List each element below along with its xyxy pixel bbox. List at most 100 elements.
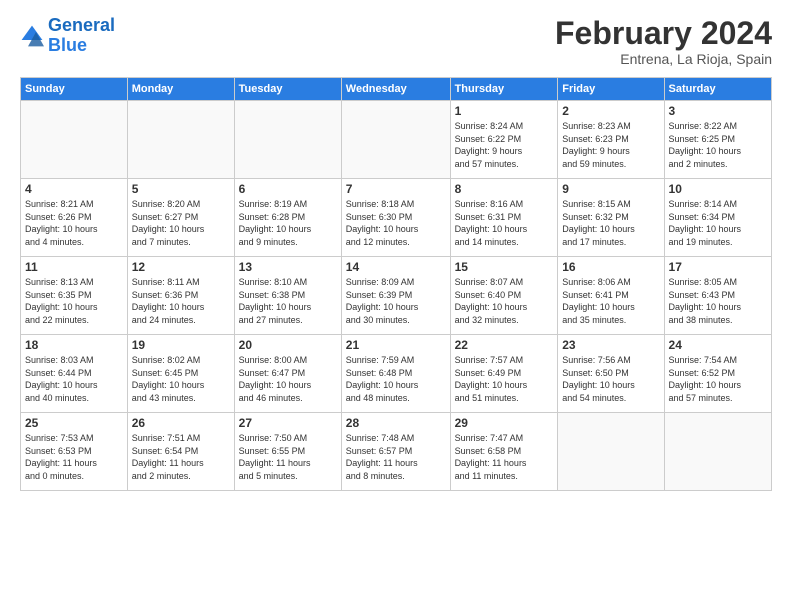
day-number: 8 [455, 182, 554, 196]
calendar-cell: 9 Sunrise: 8:15 AM Sunset: 6:32 PM Daylig… [558, 179, 664, 257]
day-number: 4 [25, 182, 123, 196]
calendar-cell: 17 Sunrise: 8:05 AM Sunset: 6:43 PM Dayli… [664, 257, 771, 335]
day-number: 20 [239, 338, 337, 352]
day-number: 25 [25, 416, 123, 430]
day-info: Sunrise: 8:06 AM Sunset: 6:41 PM Dayligh… [562, 276, 659, 326]
day-info: Sunrise: 7:50 AM Sunset: 6:55 PM Dayligh… [239, 432, 337, 482]
day-info: Sunrise: 8:10 AM Sunset: 6:38 PM Dayligh… [239, 276, 337, 326]
calendar-week-3: 18 Sunrise: 8:03 AM Sunset: 6:44 PM Dayli… [21, 335, 772, 413]
col-saturday: Saturday [664, 78, 771, 101]
calendar-cell: 5Sunrise: 8:20 AM Sunset: 6:27 PM Daylig… [127, 179, 234, 257]
day-info: Sunrise: 8:19 AM Sunset: 6:28 PM Dayligh… [239, 198, 337, 248]
calendar-cell: 6 Sunrise: 8:19 AM Sunset: 6:28 PM Daylig… [234, 179, 341, 257]
col-monday: Monday [127, 78, 234, 101]
calendar-cell: 25Sunrise: 7:53 AM Sunset: 6:53 PM Dayli… [21, 413, 128, 491]
day-info: Sunrise: 7:47 AM Sunset: 6:58 PM Dayligh… [455, 432, 554, 482]
title-section: February 2024 Entrena, La Rioja, Spain [555, 16, 772, 67]
day-info: Sunrise: 7:56 AM Sunset: 6:50 PM Dayligh… [562, 354, 659, 404]
day-info: Sunrise: 7:59 AM Sunset: 6:48 PM Dayligh… [346, 354, 446, 404]
calendar-cell: 12Sunrise: 8:11 AM Sunset: 6:36 PM Dayli… [127, 257, 234, 335]
calendar-cell: 13 Sunrise: 8:10 AM Sunset: 6:38 PM Dayli… [234, 257, 341, 335]
logo-icon [20, 24, 44, 48]
day-number: 29 [455, 416, 554, 430]
calendar-cell: 4 Sunrise: 8:21 AM Sunset: 6:26 PM Daylig… [21, 179, 128, 257]
calendar-cell: 21Sunrise: 7:59 AM Sunset: 6:48 PM Dayli… [341, 335, 450, 413]
page: General Blue February 2024 Entrena, La R… [0, 0, 792, 612]
day-info: Sunrise: 7:57 AM Sunset: 6:49 PM Dayligh… [455, 354, 554, 404]
day-info: Sunrise: 8:00 AM Sunset: 6:47 PM Dayligh… [239, 354, 337, 404]
calendar-table: Sunday Monday Tuesday Wednesday Thursday… [20, 77, 772, 491]
col-tuesday: Tuesday [234, 78, 341, 101]
day-number: 17 [669, 260, 767, 274]
day-info: Sunrise: 8:09 AM Sunset: 6:39 PM Dayligh… [346, 276, 446, 326]
day-number: 19 [132, 338, 230, 352]
col-friday: Friday [558, 78, 664, 101]
day-number: 3 [669, 104, 767, 118]
calendar-cell: 28Sunrise: 7:48 AM Sunset: 6:57 PM Dayli… [341, 413, 450, 491]
calendar-cell: 2 Sunrise: 8:23 AM Sunset: 6:23 PM Daylig… [558, 101, 664, 179]
day-info: Sunrise: 8:16 AM Sunset: 6:31 PM Dayligh… [455, 198, 554, 248]
day-number: 2 [562, 104, 659, 118]
calendar-cell: 24Sunrise: 7:54 AM Sunset: 6:52 PM Dayli… [664, 335, 771, 413]
day-number: 26 [132, 416, 230, 430]
day-info: Sunrise: 8:03 AM Sunset: 6:44 PM Dayligh… [25, 354, 123, 404]
calendar-cell [234, 101, 341, 179]
calendar-cell: 22 Sunrise: 7:57 AM Sunset: 6:49 PM Dayli… [450, 335, 558, 413]
calendar-cell [664, 413, 771, 491]
calendar-cell: 14Sunrise: 8:09 AM Sunset: 6:39 PM Dayli… [341, 257, 450, 335]
day-info: Sunrise: 8:18 AM Sunset: 6:30 PM Dayligh… [346, 198, 446, 248]
day-number: 11 [25, 260, 123, 274]
calendar-cell: 10 Sunrise: 8:14 AM Sunset: 6:34 PM Dayli… [664, 179, 771, 257]
subtitle: Entrena, La Rioja, Spain [555, 51, 772, 67]
calendar-cell: 18 Sunrise: 8:03 AM Sunset: 6:44 PM Dayli… [21, 335, 128, 413]
header: General Blue February 2024 Entrena, La R… [20, 16, 772, 67]
calendar-week-0: 1 Sunrise: 8:24 AM Sunset: 6:22 PM Daylig… [21, 101, 772, 179]
day-number: 9 [562, 182, 659, 196]
day-number: 27 [239, 416, 337, 430]
day-info: Sunrise: 7:51 AM Sunset: 6:54 PM Dayligh… [132, 432, 230, 482]
day-number: 6 [239, 182, 337, 196]
calendar-cell [21, 101, 128, 179]
day-info: Sunrise: 8:07 AM Sunset: 6:40 PM Dayligh… [455, 276, 554, 326]
day-number: 13 [239, 260, 337, 274]
day-number: 5 [132, 182, 230, 196]
calendar-week-1: 4 Sunrise: 8:21 AM Sunset: 6:26 PM Daylig… [21, 179, 772, 257]
calendar-cell [341, 101, 450, 179]
col-wednesday: Wednesday [341, 78, 450, 101]
day-number: 1 [455, 104, 554, 118]
day-info: Sunrise: 8:23 AM Sunset: 6:23 PM Dayligh… [562, 120, 659, 170]
calendar-cell: 27 Sunrise: 7:50 AM Sunset: 6:55 PM Dayli… [234, 413, 341, 491]
calendar-cell: 16Sunrise: 8:06 AM Sunset: 6:41 PM Dayli… [558, 257, 664, 335]
day-info: Sunrise: 7:54 AM Sunset: 6:52 PM Dayligh… [669, 354, 767, 404]
calendar-cell [127, 101, 234, 179]
calendar-cell [558, 413, 664, 491]
day-info: Sunrise: 8:24 AM Sunset: 6:22 PM Dayligh… [455, 120, 554, 170]
day-info: Sunrise: 8:05 AM Sunset: 6:43 PM Dayligh… [669, 276, 767, 326]
logo-general: General [48, 15, 115, 35]
day-info: Sunrise: 8:22 AM Sunset: 6:25 PM Dayligh… [669, 120, 767, 170]
col-sunday: Sunday [21, 78, 128, 101]
calendar-cell: 8 Sunrise: 8:16 AM Sunset: 6:31 PM Daylig… [450, 179, 558, 257]
calendar-cell: 20 Sunrise: 8:00 AM Sunset: 6:47 PM Dayli… [234, 335, 341, 413]
day-number: 18 [25, 338, 123, 352]
day-info: Sunrise: 8:14 AM Sunset: 6:34 PM Dayligh… [669, 198, 767, 248]
day-info: Sunrise: 8:15 AM Sunset: 6:32 PM Dayligh… [562, 198, 659, 248]
day-number: 10 [669, 182, 767, 196]
calendar-cell: 26 Sunrise: 7:51 AM Sunset: 6:54 PM Dayli… [127, 413, 234, 491]
calendar-cell: 1 Sunrise: 8:24 AM Sunset: 6:22 PM Daylig… [450, 101, 558, 179]
calendar-cell: 19 Sunrise: 8:02 AM Sunset: 6:45 PM Dayli… [127, 335, 234, 413]
main-title: February 2024 [555, 16, 772, 51]
calendar-cell: 3 Sunrise: 8:22 AM Sunset: 6:25 PM Daylig… [664, 101, 771, 179]
calendar-header-row: Sunday Monday Tuesday Wednesday Thursday… [21, 78, 772, 101]
day-number: 7 [346, 182, 446, 196]
day-info: Sunrise: 8:02 AM Sunset: 6:45 PM Dayligh… [132, 354, 230, 404]
logo: General Blue [20, 16, 115, 56]
day-number: 22 [455, 338, 554, 352]
day-info: Sunrise: 8:21 AM Sunset: 6:26 PM Dayligh… [25, 198, 123, 248]
calendar-cell: 7 Sunrise: 8:18 AM Sunset: 6:30 PM Daylig… [341, 179, 450, 257]
col-thursday: Thursday [450, 78, 558, 101]
day-number: 12 [132, 260, 230, 274]
day-number: 28 [346, 416, 446, 430]
calendar-cell: 23Sunrise: 7:56 AM Sunset: 6:50 PM Dayli… [558, 335, 664, 413]
calendar-week-4: 25Sunrise: 7:53 AM Sunset: 6:53 PM Dayli… [21, 413, 772, 491]
